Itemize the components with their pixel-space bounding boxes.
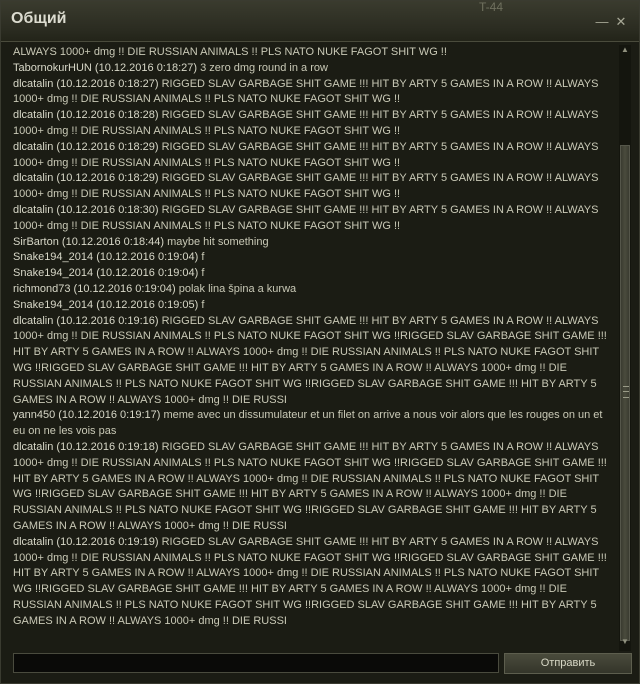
chat-scrollbar[interactable]: ▲ ▼ bbox=[619, 45, 631, 651]
scroll-down-icon[interactable]: ▼ bbox=[619, 637, 631, 647]
chat-message: Snake194_2014 (10.12.2016 0:19:04) f bbox=[13, 250, 613, 266]
message-text: f bbox=[201, 267, 205, 280]
message-sender[interactable]: dlcatalin (10.12.2016 0:18:30) bbox=[13, 204, 162, 216]
title-decoration: T-44 bbox=[479, 0, 504, 14]
message-sender[interactable]: Snake194_2014 (10.12.2016 0:19:04) bbox=[13, 267, 201, 279]
chat-message: yann450 (10.12.2016 0:19:17) meme avec u… bbox=[13, 408, 613, 440]
chat-message: dlcatalin (10.12.2016 0:18:28) RIGGED SL… bbox=[13, 108, 613, 140]
message-sender[interactable]: dlcatalin (10.12.2016 0:19:19) bbox=[13, 536, 162, 548]
message-text: f bbox=[201, 298, 205, 311]
chat-message: Snake194_2014 (10.12.2016 0:19:04) f bbox=[13, 266, 613, 282]
chat-message: dlcatalin (10.12.2016 0:19:18) RIGGED SL… bbox=[13, 440, 613, 535]
message-sender[interactable]: richmond73 (10.12.2016 0:19:04) bbox=[13, 283, 179, 295]
message-text: polak lina špina a kurwa bbox=[178, 282, 297, 295]
message-sender[interactable]: TabornokurHUN (10.12.2016 0:18:27) bbox=[13, 62, 200, 74]
chat-input[interactable] bbox=[14, 655, 498, 673]
chat-message: dlcatalin (10.12.2016 0:19:19) RIGGED SL… bbox=[13, 535, 613, 630]
message-sender[interactable]: dlcatalin (10.12.2016 0:18:28) bbox=[13, 109, 162, 121]
message-text: 3 zero dmg round in a row bbox=[200, 61, 328, 74]
message-sender[interactable]: dlcatalin (10.12.2016 0:19:16) bbox=[13, 315, 162, 327]
grip-icon bbox=[623, 386, 629, 398]
close-icon[interactable]: ✕ bbox=[614, 15, 628, 29]
chat-message: dlcatalin (10.12.2016 0:18:30) RIGGED SL… bbox=[13, 203, 613, 235]
message-text: ALWAYS 1000+ dmg !! DIE RUSSIAN ANIMALS … bbox=[13, 46, 447, 58]
message-sender[interactable]: dlcatalin (10.12.2016 0:18:29) bbox=[13, 172, 162, 184]
send-button[interactable]: Отправить bbox=[504, 653, 632, 674]
message-text: RIGGED SLAV GARBAGE SHIT GAME !!! HIT BY… bbox=[13, 535, 607, 627]
chat-message: TabornokurHUN (10.12.2016 0:18:27) 3 zer… bbox=[13, 61, 613, 77]
chat-log[interactable]: ALWAYS 1000+ dmg !! DIE RUSSIAN ANIMALS … bbox=[13, 45, 613, 645]
chat-message: ALWAYS 1000+ dmg !! DIE RUSSIAN ANIMALS … bbox=[13, 45, 613, 61]
message-sender[interactable]: yann450 (10.12.2016 0:19:17) bbox=[13, 409, 163, 421]
message-text: RIGGED SLAV GARBAGE SHIT GAME !!! HIT BY… bbox=[13, 314, 607, 406]
chat-message: SirBarton (10.12.2016 0:18:44) maybe hit… bbox=[13, 235, 613, 251]
window-title: Общий bbox=[11, 10, 67, 27]
message-sender[interactable]: dlcatalin (10.12.2016 0:19:18) bbox=[13, 441, 162, 453]
chat-message: dlcatalin (10.12.2016 0:18:29) RIGGED SL… bbox=[13, 171, 613, 203]
message-sender[interactable]: Snake194_2014 (10.12.2016 0:19:05) bbox=[13, 299, 201, 311]
message-sender[interactable]: Snake194_2014 (10.12.2016 0:19:04) bbox=[13, 251, 201, 263]
window-titlebar[interactable]: Общий T-44 — ✕ bbox=[1, 1, 639, 42]
chat-message: dlcatalin (10.12.2016 0:18:27) RIGGED SL… bbox=[13, 77, 613, 109]
message-text: RIGGED SLAV GARBAGE SHIT GAME !!! HIT BY… bbox=[13, 440, 607, 532]
message-text: f bbox=[201, 251, 205, 264]
chat-window: Общий T-44 — ✕ ALWAYS 1000+ dmg !! DIE R… bbox=[0, 0, 640, 684]
chat-message: dlcatalin (10.12.2016 0:19:16) RIGGED SL… bbox=[13, 314, 613, 409]
chat-message: Snake194_2014 (10.12.2016 0:19:05) f bbox=[13, 298, 613, 314]
message-text: maybe hit something bbox=[167, 235, 269, 248]
message-sender[interactable]: SirBarton (10.12.2016 0:18:44) bbox=[13, 236, 167, 248]
message-sender[interactable]: dlcatalin (10.12.2016 0:18:29) bbox=[13, 141, 162, 153]
chat-message: dlcatalin (10.12.2016 0:18:29) RIGGED SL… bbox=[13, 140, 613, 172]
message-sender[interactable]: dlcatalin (10.12.2016 0:18:27) bbox=[13, 78, 162, 90]
chat-input-box[interactable] bbox=[13, 653, 499, 673]
chat-message: richmond73 (10.12.2016 0:19:04) polak li… bbox=[13, 282, 613, 298]
scroll-up-icon[interactable]: ▲ bbox=[619, 45, 631, 55]
minimize-icon[interactable]: — bbox=[595, 15, 609, 29]
scroll-thumb[interactable] bbox=[620, 145, 630, 641]
